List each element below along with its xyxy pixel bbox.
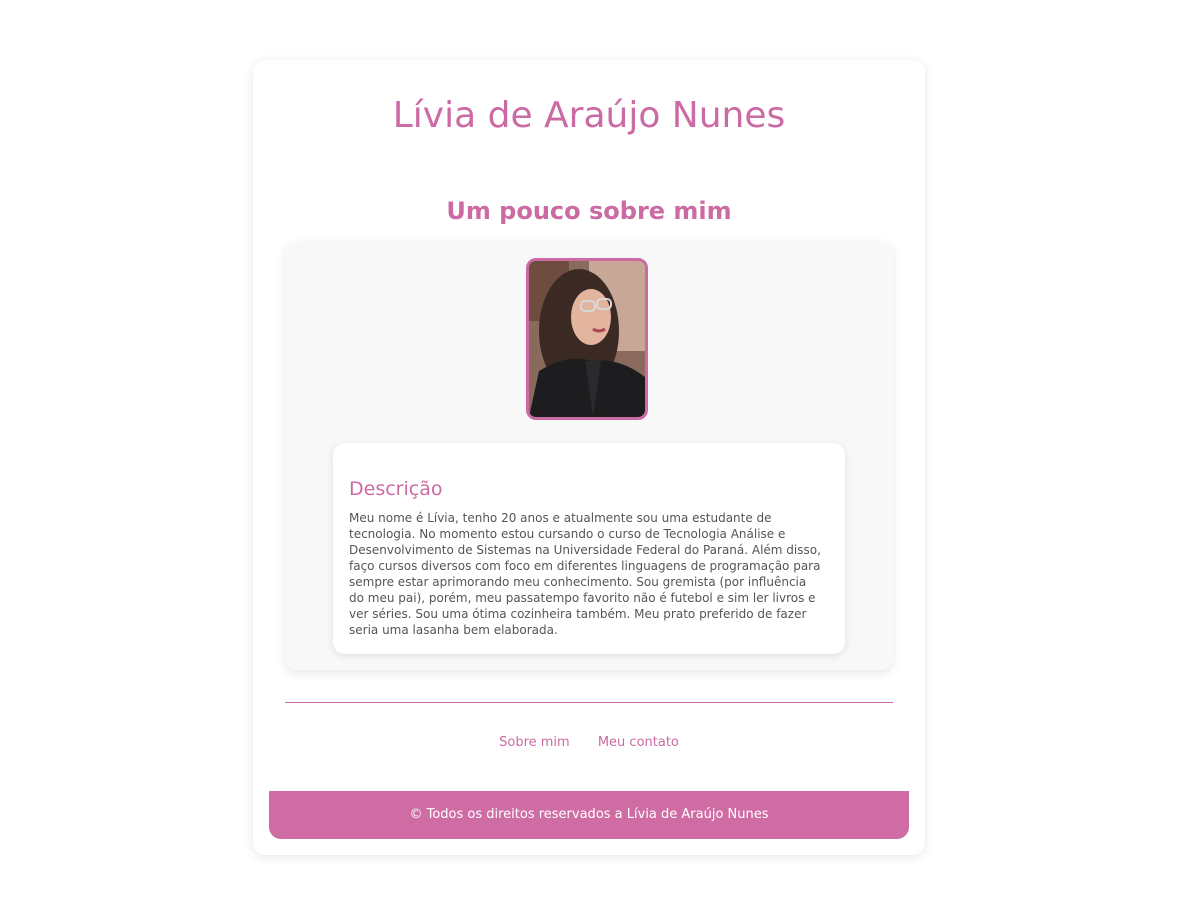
page-title: Lívia de Araújo Nunes (392, 95, 786, 136)
nav-link-sobre-mim[interactable]: Sobre mim (499, 735, 570, 750)
profile-photo (526, 258, 648, 420)
footer-nav: Sobre mim Meu contato (253, 735, 925, 750)
section-title: Um pouco sobre mim (446, 197, 732, 225)
description-title: Descrição (349, 478, 443, 500)
profile-photo-image (529, 261, 645, 417)
divider (285, 702, 893, 703)
description-card: Descrição Meu nome é Lívia, tenho 20 ano… (333, 443, 845, 654)
description-text: Meu nome é Lívia, tenho 20 anos e atualm… (349, 511, 821, 637)
footer: © Todos os direitos reservados a Lívia d… (269, 791, 909, 839)
nav-link-meu-contato[interactable]: Meu contato (598, 735, 679, 750)
profile-card: Lívia de Araújo Nunes Um pouco sobre mim… (253, 60, 925, 855)
footer-text: © Todos os direitos reservados a Lívia d… (409, 807, 769, 822)
about-panel: Descrição Meu nome é Lívia, tenho 20 ano… (285, 242, 893, 670)
